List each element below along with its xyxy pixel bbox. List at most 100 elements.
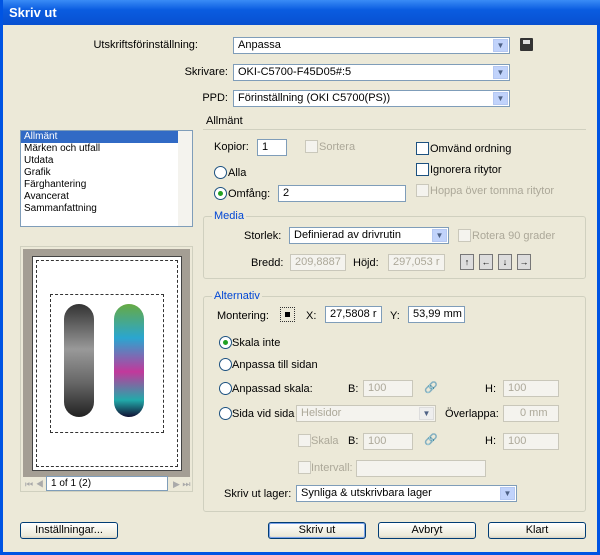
y-input[interactable]: 53,99 mm: [408, 306, 465, 323]
fit-page-radio[interactable]: [219, 358, 232, 371]
tile-scale-label: Skala: [311, 435, 339, 447]
size-select[interactable]: Definierad av drivrutin ▼: [289, 227, 449, 244]
no-scale-label: Skala inte: [232, 337, 281, 349]
category-item[interactable]: Sammanfattning: [21, 203, 178, 215]
category-item[interactable]: Allmänt: [21, 131, 178, 143]
b-label: B:: [348, 383, 359, 395]
reverse-order-label: Omvänd ordning: [430, 143, 512, 155]
options-group: [203, 296, 586, 512]
scale-height-input[interactable]: 100: [503, 380, 559, 397]
copies-label: Kopior:: [214, 141, 249, 153]
size-label: Storlek:: [244, 230, 282, 242]
all-label: Alla: [228, 167, 247, 179]
height-input[interactable]: 297,053 r: [388, 254, 445, 271]
chevron-down-icon: ▼: [419, 407, 434, 420]
tile-width-input[interactable]: 100: [363, 433, 413, 450]
category-item[interactable]: Färghantering: [21, 179, 178, 191]
general-heading: Allmänt: [206, 115, 243, 127]
tile-select[interactable]: Helsidor ▼: [296, 405, 436, 422]
preset-select[interactable]: Anpassa ▼: [233, 37, 510, 54]
chevron-down-icon: ▼: [500, 487, 515, 500]
category-item[interactable]: Märken och utfall: [21, 143, 178, 155]
skateboard-image-2: [114, 304, 144, 417]
h-label: H:: [485, 435, 496, 447]
y-label: Y:: [390, 310, 400, 322]
collate-label: Sortera: [319, 141, 356, 153]
print-button[interactable]: Skriv ut: [268, 522, 366, 539]
size-value: Definierad av drivrutin: [294, 229, 401, 241]
tile-label: Sida vid sida: [232, 408, 295, 420]
chevron-down-icon: ▼: [493, 66, 508, 79]
custom-scale-radio[interactable]: [219, 382, 232, 395]
x-label: X:: [306, 310, 317, 322]
all-radio[interactable]: [214, 166, 227, 179]
range-input[interactable]: 2: [278, 185, 406, 202]
range-label: Omfång:: [228, 188, 271, 200]
reverse-order-checkbox[interactable]: [416, 142, 429, 155]
link-icon[interactable]: 🔗: [424, 381, 438, 395]
printer-select[interactable]: OKI-C5700-F45D05#:5 ▼: [233, 64, 510, 81]
h-label: H:: [485, 383, 496, 395]
interval-label: Intervall:: [311, 462, 353, 474]
tile-radio[interactable]: [219, 407, 232, 420]
preview-frame: [23, 249, 190, 477]
scale-width-input[interactable]: 100: [363, 380, 413, 397]
skateboard-image-1: [64, 304, 94, 417]
interval-checkbox[interactable]: [298, 461, 311, 474]
overlap-input[interactable]: 0 mm: [503, 405, 559, 422]
ignore-artboards-label: Ignorera ritytor: [430, 164, 502, 176]
reference-point-icon[interactable]: [280, 307, 295, 322]
cancel-button[interactable]: Avbryt: [378, 522, 476, 539]
layers-label: Skriv ut lager:: [224, 488, 292, 500]
ignore-artboards-checkbox[interactable]: [416, 163, 429, 176]
layers-value: Synliga & utskrivbara lager: [301, 487, 432, 499]
chevron-down-icon: ▼: [493, 92, 508, 105]
orientation-portrait-icon[interactable]: ↑: [460, 254, 474, 270]
first-page-icon[interactable]: ⏮ ◀: [25, 479, 44, 490]
chevron-down-icon: ▼: [432, 229, 447, 242]
printer-value: OKI-C5700-F45D05#:5: [238, 66, 352, 78]
last-page-icon[interactable]: ▶ ⏭: [173, 479, 191, 490]
save-preset-icon[interactable]: [520, 38, 533, 51]
category-list[interactable]: Allmänt Märken och utfall Utdata Grafik Färg…: [20, 130, 193, 227]
printer-label: Skrivare:: [184, 66, 228, 78]
skip-blank-label: Hoppa över tomma ritytor: [430, 185, 555, 197]
ppd-label: PPD:: [202, 92, 228, 104]
page-field[interactable]: 1 of 1 (2): [46, 476, 168, 491]
ppd-select[interactable]: Förinställning (OKI C5700(PS)) ▼: [233, 90, 510, 107]
height-label: Höjd:: [353, 257, 379, 269]
preset-value: Anpassa: [238, 39, 281, 51]
no-scale-radio[interactable]: [219, 336, 232, 349]
width-label: Bredd:: [251, 257, 284, 269]
skip-blank-checkbox[interactable]: [416, 184, 429, 197]
category-item[interactable]: Avancerat: [21, 191, 178, 203]
copies-input[interactable]: 1: [257, 139, 287, 156]
mount-label: Montering:: [217, 310, 269, 322]
tile-value: Helsidor: [301, 407, 342, 419]
orientation-landscape-flipped-icon[interactable]: →: [517, 254, 531, 270]
orientation-portrait-flipped-icon[interactable]: ↓: [498, 254, 512, 270]
done-button[interactable]: Klart: [488, 522, 586, 539]
interval-input[interactable]: [356, 460, 486, 477]
settings-button[interactable]: Inställningar...: [20, 522, 118, 539]
link-icon[interactable]: 🔗: [424, 433, 438, 447]
tile-height-input[interactable]: 100: [503, 433, 559, 450]
divider: [203, 129, 586, 130]
category-item[interactable]: Utdata: [21, 155, 178, 167]
chevron-down-icon: ▼: [493, 39, 508, 52]
overlap-label: Överlappa:: [445, 408, 499, 420]
media-legend: Media: [212, 209, 246, 223]
layers-select[interactable]: Synliga & utskrivbara lager ▼: [296, 485, 517, 502]
width-input[interactable]: 209,8887: [290, 254, 346, 271]
rotate-checkbox[interactable]: [458, 229, 471, 242]
range-radio[interactable]: [214, 187, 227, 200]
orientation-landscape-icon[interactable]: ←: [479, 254, 493, 270]
scrollbar[interactable]: [178, 131, 192, 226]
tile-scale-checkbox[interactable]: [298, 434, 311, 447]
collate-checkbox[interactable]: [305, 140, 318, 153]
category-item[interactable]: Grafik: [21, 167, 178, 179]
fit-page-label: Anpassa till sidan: [232, 359, 318, 371]
print-dialog: Skriv ut Utskriftsförinställning: Anpass…: [0, 0, 600, 555]
x-input[interactable]: 27,5808 r: [325, 306, 382, 323]
ppd-value: Förinställning (OKI C5700(PS)): [238, 92, 391, 104]
